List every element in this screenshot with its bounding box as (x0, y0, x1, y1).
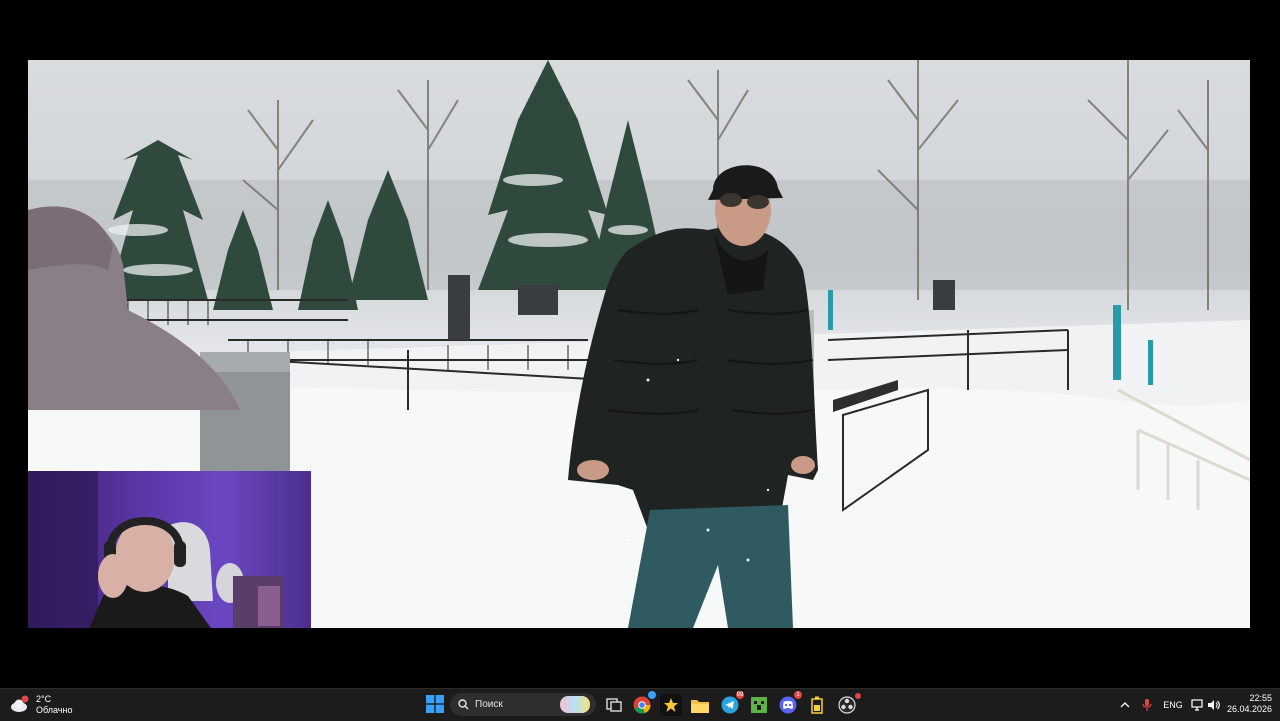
discord-icon (779, 696, 797, 714)
discord-badge: 1 (794, 691, 802, 699)
task-view-button[interactable] (603, 694, 625, 716)
tray-overflow-button[interactable] (1118, 697, 1132, 713)
microphone-button[interactable] (1140, 697, 1154, 713)
star-app-icon (664, 698, 678, 712)
start-button[interactable] (424, 693, 446, 715)
telegram-badge: 99 (736, 691, 744, 699)
search-highlight-icon (560, 696, 590, 713)
taskbar: 2°C Облачно Поиск 99 1 ENG 22:55 26.04.2… (0, 688, 1280, 721)
task-view-icon (606, 698, 622, 712)
minecraft-icon (751, 697, 767, 713)
clock-time: 22:55 (1249, 693, 1272, 703)
obs-icon (838, 696, 856, 714)
telegram-icon (721, 696, 739, 714)
clock-date: 26.04.2026 (1226, 704, 1272, 714)
folder-icon (691, 699, 709, 713)
taskbar-app-minecraft[interactable] (748, 694, 770, 716)
search-icon (458, 699, 469, 710)
clock[interactable]: 22:55 26.04.2026 (1226, 693, 1272, 715)
weather-widget[interactable]: 2°C Облачно (10, 692, 72, 718)
microphone-icon (1142, 699, 1152, 711)
weather-condition: Облачно (36, 705, 73, 715)
video-frame[interactable] (28, 60, 1250, 628)
chevron-up-icon (1120, 702, 1130, 708)
language-label: ENG (1163, 700, 1183, 710)
taskbar-app-telegram[interactable]: 99 (719, 691, 744, 716)
network-button[interactable] (1190, 697, 1204, 713)
battery-app-icon (811, 696, 823, 714)
language-indicator[interactable]: ENG (1160, 697, 1186, 713)
taskbar-search[interactable]: Поиск (450, 693, 596, 716)
taskbar-app-chrome[interactable] (631, 691, 656, 716)
chrome-profile-badge (648, 691, 656, 699)
taskbar-app-battery[interactable] (806, 694, 828, 716)
weather-temp: 2°C (36, 694, 52, 704)
volume-button[interactable] (1206, 697, 1220, 713)
windows-icon (426, 695, 444, 713)
cloud-icon (10, 695, 30, 715)
streamer-image (28, 471, 283, 628)
speaker-icon (1207, 700, 1220, 710)
webcam-overlay (28, 471, 311, 628)
chrome-icon (633, 696, 651, 714)
taskbar-app-explorer[interactable] (689, 694, 711, 716)
taskbar-app-star[interactable] (660, 694, 682, 716)
search-placeholder: Поиск (475, 699, 503, 710)
obs-recording-dot (855, 693, 861, 699)
network-icon (1191, 699, 1203, 711)
taskbar-app-obs[interactable] (836, 693, 861, 716)
taskbar-app-discord[interactable]: 1 (777, 691, 802, 716)
